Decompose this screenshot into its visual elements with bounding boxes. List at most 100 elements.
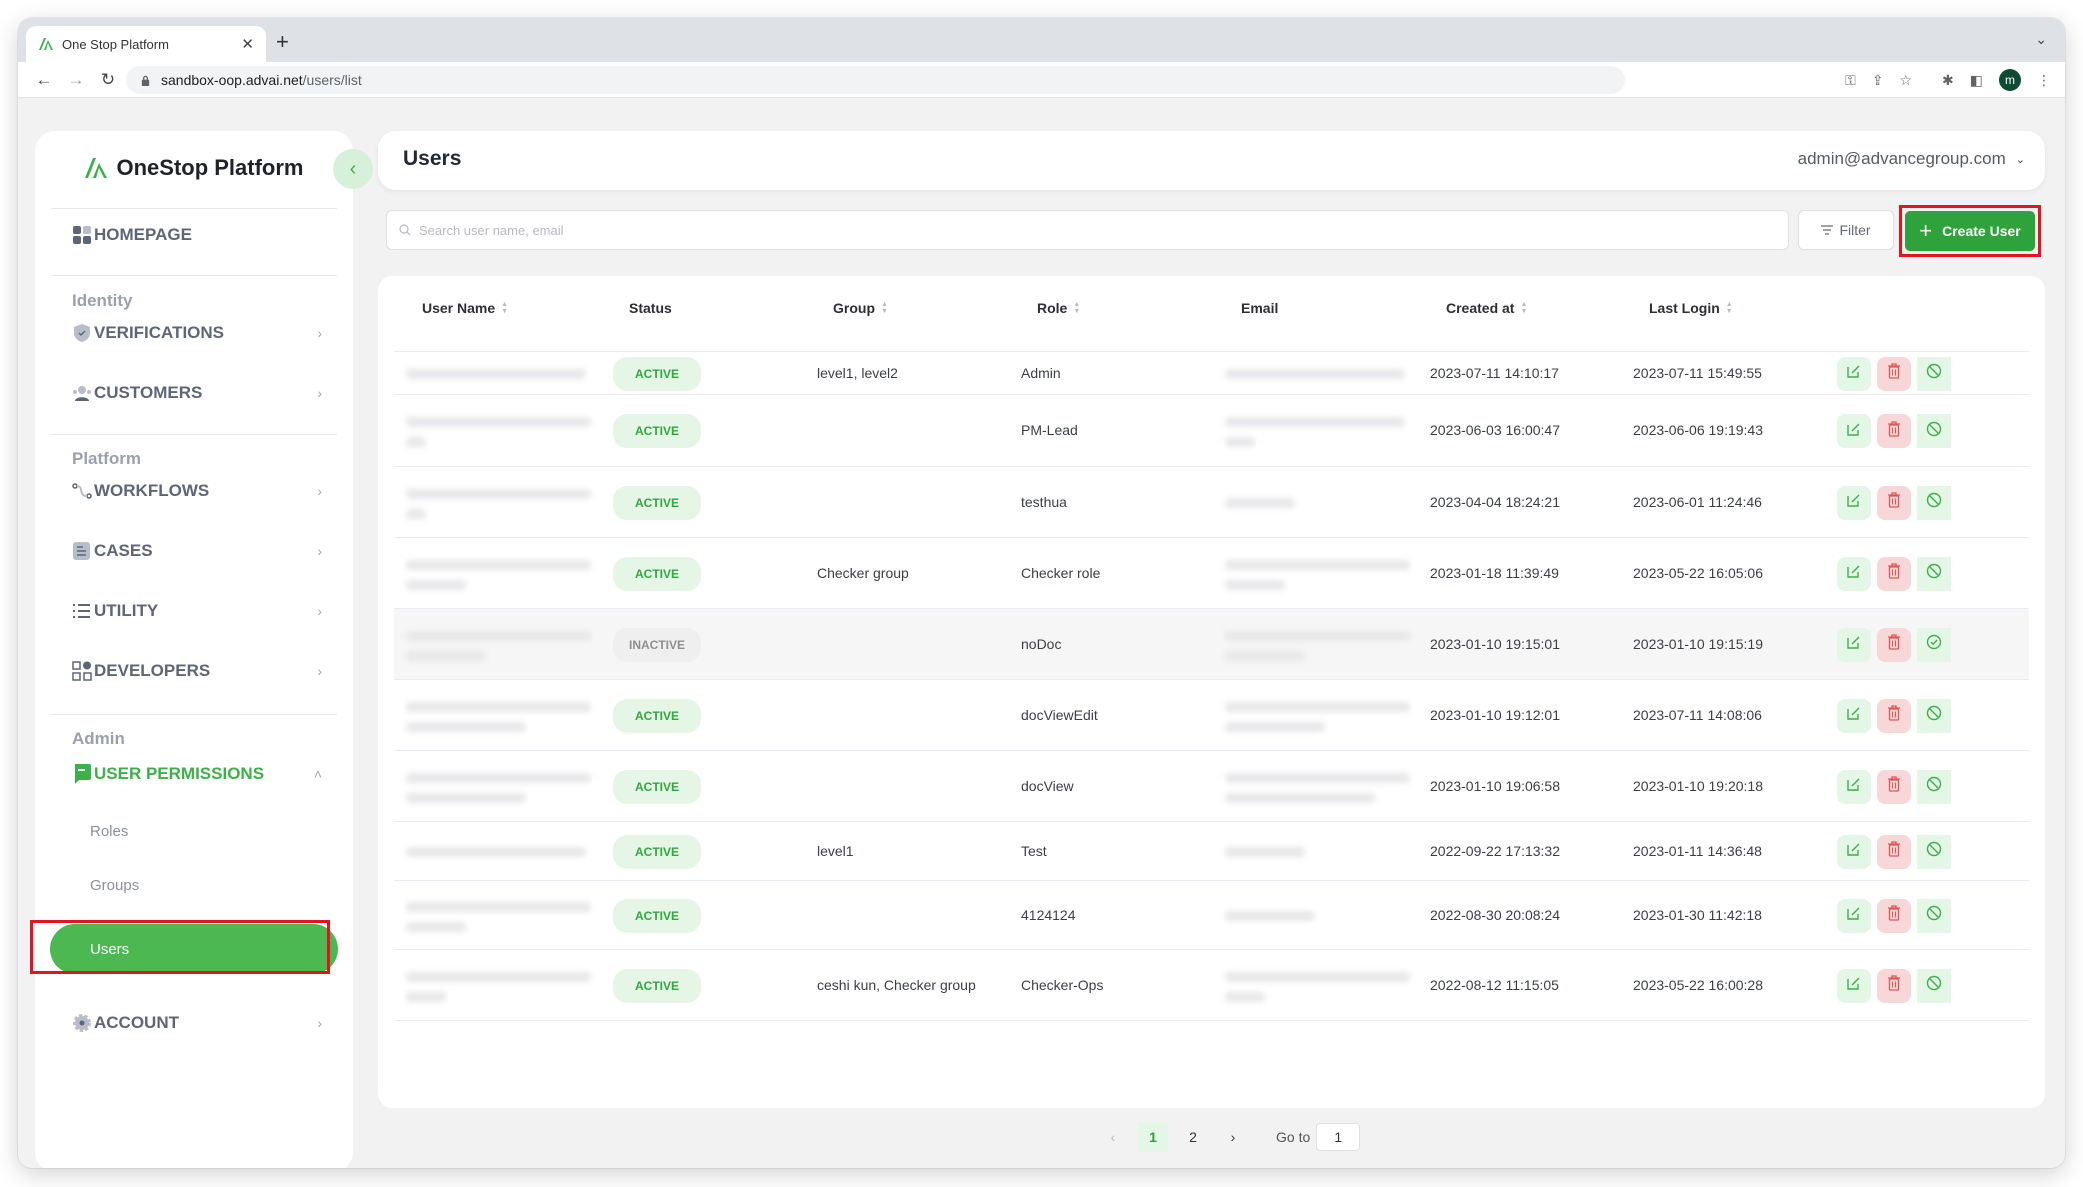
sidebar-item-developers[interactable]: DEVELOPERS › [72, 656, 322, 686]
delete-user-button[interactable] [1877, 627, 1911, 662]
goto-page-input[interactable] [1316, 1123, 1361, 1151]
chevron-right-icon: › [317, 385, 322, 401]
delete-user-button[interactable] [1877, 834, 1911, 869]
deactivate-user-button[interactable] [1917, 898, 1951, 933]
edit-icon [1847, 976, 1861, 995]
sidebar-item-user-permissions[interactable]: USER PERMISSIONS ˄ [72, 759, 322, 789]
table-row[interactable]: ACTIVE 4124124 2022-08-30 20:08:24 2023-01-… [394, 880, 2029, 949]
share-icon[interactable]: ⇪ [1872, 72, 1884, 89]
sidebar-item-account[interactable]: ACCOUNT › [72, 1008, 322, 1038]
forward-arrow-icon[interactable]: → [60, 70, 92, 90]
create-user-button[interactable]: + Create User [1905, 211, 2035, 251]
deactivate-user-button[interactable] [1917, 698, 1951, 733]
table-row[interactable]: ACTIVE testhua 2023-04-04 18:24:21 2023-06-… [394, 466, 2029, 537]
edit-user-button[interactable] [1837, 556, 1871, 591]
browser-tab[interactable]: One Stop Platform ✕ [26, 26, 266, 62]
sidebar-item-homepage[interactable]: HOMEPAGE [72, 220, 322, 250]
next-page-button[interactable]: › [1218, 1122, 1248, 1152]
row-actions [1837, 627, 1951, 662]
role-cell: docViewEdit [1021, 706, 1098, 723]
col-header-user-name[interactable]: User Name ▲ ▼ [422, 300, 508, 316]
col-header-created-at[interactable]: Created at ▲ ▼ [1446, 300, 1527, 316]
delete-user-button[interactable] [1877, 414, 1911, 448]
sidebar-item-workflows[interactable]: WORKFLOWS › [72, 476, 322, 506]
tab-title: One Stop Platform [62, 36, 169, 52]
key-icon[interactable]: ⚿ [1845, 72, 1856, 89]
edit-user-button[interactable] [1837, 698, 1871, 733]
sidebar-item-customers[interactable]: CUSTOMERS › [72, 378, 322, 408]
page-1-button[interactable]: 1 [1138, 1122, 1168, 1152]
deactivate-user-button[interactable] [1917, 769, 1951, 804]
delete-user-button[interactable] [1877, 968, 1911, 1003]
side-panel-icon[interactable]: ◧ [1970, 72, 1983, 89]
sidebar-item-cases[interactable]: CASES › [72, 536, 322, 566]
table-row[interactable]: INACTIVE noDoc 2023-01-10 19:15:01 2023-01-… [394, 608, 2029, 679]
extensions-puzzle-icon[interactable]: ✱ [1942, 72, 1954, 89]
table-row[interactable]: ACTIVE PM-Lead 2023-06-03 16:00:47 2023-06-… [394, 394, 2029, 466]
sort-icon[interactable]: ▲ ▼ [1520, 301, 1527, 315]
table-row[interactable]: ACTIVE level1 Test 2022-09-22 17:13:32 2023-… [394, 821, 2029, 880]
edit-user-button[interactable] [1837, 356, 1871, 391]
sort-icon[interactable]: ▲ ▼ [881, 301, 888, 315]
chevron-down-icon: ⌄ [2015, 153, 2025, 166]
edit-user-button[interactable] [1837, 834, 1871, 869]
table-row[interactable]: ACTIVE level1, level2 Admin 2023-07-11 14:1… [394, 351, 2029, 394]
sidebar-subitem-users[interactable]: Users [50, 924, 338, 974]
deactivate-user-button[interactable] [1917, 834, 1951, 869]
delete-user-button[interactable] [1877, 356, 1911, 391]
activate-user-button[interactable] [1917, 627, 1951, 662]
more-menu-icon[interactable]: ⋮ [2037, 72, 2051, 89]
deactivate-user-button[interactable] [1917, 556, 1951, 591]
sort-icon[interactable]: ▲ ▼ [1726, 301, 1733, 315]
col-header-group[interactable]: Group ▲ ▼ [833, 300, 888, 316]
address-bar[interactable]: sandbox-oop.advai.net/users/list [126, 66, 1625, 94]
sidebar-item-utility[interactable]: UTILITY › [72, 596, 322, 626]
prev-page-button[interactable]: ‹ [1098, 1122, 1128, 1152]
delete-user-button[interactable] [1877, 898, 1911, 933]
table-row[interactable]: ACTIVE Checker group Checker role 2023-01-1… [394, 537, 2029, 608]
brand-logo: OneStop Platform [35, 155, 353, 181]
new-tab-button[interactable]: + [276, 30, 289, 54]
collapse-sidebar-button[interactable]: ‹ [333, 149, 373, 189]
edit-user-button[interactable] [1837, 769, 1871, 804]
col-header-role[interactable]: Role ▲ ▼ [1037, 300, 1080, 316]
table-row[interactable]: ACTIVE docView 2023-01-10 19:06:58 2023-01-… [394, 750, 2029, 821]
edit-icon [1847, 364, 1861, 383]
search-field[interactable] [386, 210, 1789, 250]
star-icon[interactable]: ☆ [1899, 72, 1912, 89]
deactivate-user-button[interactable] [1917, 485, 1951, 520]
edit-user-button[interactable] [1837, 968, 1871, 1003]
sidebar-subitem-roles[interactable]: Roles [90, 823, 128, 840]
col-header-label: Role [1037, 300, 1068, 316]
email-redacted [1225, 497, 1295, 508]
page-2-button[interactable]: 2 [1178, 1122, 1208, 1152]
edit-user-button[interactable] [1837, 627, 1871, 662]
delete-user-button[interactable] [1877, 485, 1911, 520]
deactivate-user-button[interactable] [1917, 414, 1951, 448]
back-arrow-icon[interactable]: ← [28, 70, 60, 90]
tab-search-chevron-icon[interactable]: ⌄ [2035, 31, 2047, 48]
edit-user-button[interactable] [1837, 898, 1871, 933]
edit-user-button[interactable] [1837, 485, 1871, 520]
deactivate-user-button[interactable] [1917, 968, 1951, 1003]
table-row[interactable]: ACTIVE ceshi kun, Checker group Checker-Op… [394, 949, 2029, 1020]
deactivate-user-button[interactable] [1917, 356, 1951, 391]
sidebar-subitem-groups[interactable]: Groups [90, 877, 139, 894]
reload-icon[interactable]: ↻ [92, 70, 124, 90]
delete-user-button[interactable] [1877, 769, 1911, 804]
user-account-menu[interactable]: admin@advancegroup.com ⌄ [1798, 149, 2025, 169]
sidebar-item-verifications[interactable]: VERIFICATIONS › [72, 318, 322, 348]
edit-user-button[interactable] [1837, 414, 1871, 448]
filter-button[interactable]: Filter [1798, 210, 1894, 250]
profile-avatar[interactable]: m [1999, 69, 2021, 91]
table-row[interactable]: ACTIVE docViewEdit 2023-01-10 19:12:01 2023… [394, 679, 2029, 750]
chevron-right-icon: › [317, 1015, 322, 1031]
search-input[interactable] [419, 222, 1788, 238]
sort-icon[interactable]: ▲ ▼ [501, 301, 508, 315]
close-tab-icon[interactable]: ✕ [241, 35, 254, 53]
col-header-last-login[interactable]: Last Login ▲ ▼ [1649, 300, 1733, 316]
delete-user-button[interactable] [1877, 556, 1911, 591]
sort-icon[interactable]: ▲ ▼ [1073, 301, 1080, 315]
delete-user-button[interactable] [1877, 698, 1911, 733]
created-at-cell: 2022-08-12 11:15:05 [1430, 976, 1559, 993]
